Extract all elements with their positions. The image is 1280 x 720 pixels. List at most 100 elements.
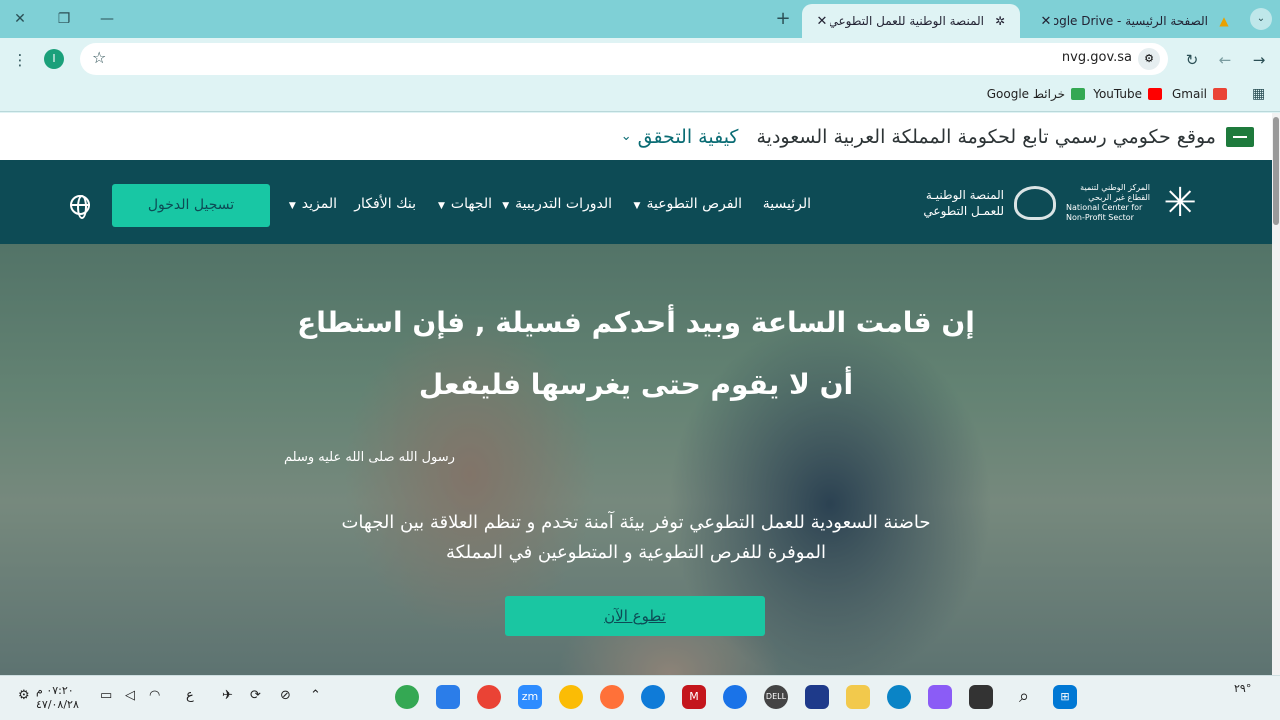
- nav-opportunities[interactable]: الفرص التطوعية ▼: [634, 196, 742, 212]
- nav-label: الجهات: [450, 196, 492, 212]
- bookmark-label: خرائط Google: [986, 87, 1065, 101]
- google-maps-icon: [1071, 88, 1085, 100]
- browser-tab-strip: ✕ ❐ — + ✲ المنصة الوطنية للعمل التطوعي ✕…: [0, 0, 1280, 38]
- nav-home[interactable]: الرئيسية: [763, 196, 811, 212]
- chrome-icon[interactable]: [723, 685, 747, 709]
- gmail-icon: [1213, 88, 1227, 100]
- bookmark-google-maps[interactable]: خرائط Google: [987, 87, 1085, 101]
- mcafee-icon[interactable]: M: [682, 685, 706, 709]
- bookmark-label: YouTube: [1093, 87, 1142, 101]
- scrollbar-thumb[interactable]: [1273, 117, 1279, 225]
- minimize-window-icon[interactable]: —: [95, 8, 119, 30]
- zoom-icon[interactable]: zm: [518, 685, 542, 709]
- chrome-icon[interactable]: [395, 685, 419, 709]
- close-window-icon[interactable]: ✕: [8, 8, 32, 30]
- battery-icon[interactable]: ▭: [100, 688, 112, 703]
- tray-app-icon[interactable]: ⟳: [250, 688, 261, 703]
- nav-label: الدورات التدريبية: [515, 196, 612, 212]
- tab-google-drive[interactable]: ▲ الصفحة الرئيسية - Google Drive ✕: [1026, 4, 1244, 38]
- profile-avatar[interactable]: I: [44, 49, 64, 69]
- ncnp-logo-text: المركز الوطني لتنمية القطاع غير الربحي N…: [1066, 183, 1150, 223]
- login-button[interactable]: تسجيل الدخول: [112, 184, 270, 227]
- nvg-name-line1: المنصة الوطنيـة: [925, 188, 1004, 202]
- ncnp-name-ar: المركز الوطني لتنمية القطاع غير الربحي: [1080, 183, 1150, 202]
- site-settings-icon[interactable]: ⚙: [1138, 48, 1160, 70]
- firefox-icon[interactable]: [600, 685, 624, 709]
- bookmark-youtube[interactable]: YouTube: [1093, 87, 1162, 101]
- hero-hadith-line2: أن لا يقوم حتى يغرسها فليفعل: [418, 368, 854, 401]
- search-icon[interactable]: ⌕: [1012, 685, 1036, 709]
- hero-description-line2: الموفرة للفرص التطوعية و المتطوعين في ال…: [446, 542, 826, 563]
- wifi-icon[interactable]: ◠: [149, 688, 160, 703]
- nav-more[interactable]: المزيد ▼: [289, 196, 337, 212]
- site-logo[interactable]: ✳ المركز الوطني لتنمية القطاع غير الربحي…: [923, 178, 1200, 228]
- restore-window-icon[interactable]: ❐: [52, 8, 76, 30]
- browser-toolbar: ⋮ I ☆ nvg.gov.sa ⚙ ↻ ← →: [0, 38, 1280, 82]
- saudi-flag-icon: [1226, 126, 1254, 147]
- windows-taskbar: ⚙ ٠٧:٢٠ م ٤٧/٠٨/٢٨ ▭ ◁ ◠ ع ✈ ⟳ ⊘ ⌃ zm M …: [0, 675, 1280, 720]
- url-text[interactable]: nvg.gov.sa: [1062, 50, 1132, 65]
- weather-widget[interactable]: ٢٩°: [1234, 682, 1251, 695]
- windows-start-icon[interactable]: ⊞: [1053, 685, 1077, 709]
- bookmark-label: Gmail: [1171, 87, 1207, 101]
- page-scrollbar[interactable]: [1272, 113, 1280, 675]
- chrome-icon[interactable]: [559, 685, 583, 709]
- nav-label: المزيد: [301, 196, 337, 212]
- tray-app-icon[interactable]: ⊘: [280, 688, 291, 703]
- copilot-icon[interactable]: [928, 685, 952, 709]
- youtube-icon: [1148, 88, 1162, 100]
- how-to-verify-link[interactable]: كيفية التحقق: [638, 126, 739, 148]
- gov-banner-text: موقع حكومي رسمي تابع لحكومة المملكة العر…: [756, 125, 1216, 148]
- tab-nvg[interactable]: ✲ المنصة الوطنية للعمل التطوعي ✕: [802, 4, 1020, 38]
- edge-icon[interactable]: [641, 685, 665, 709]
- caret-down-icon: ▼: [288, 201, 296, 211]
- chrome-icon[interactable]: [477, 685, 501, 709]
- clock-date: ٤٧/٠٨/٢٨: [36, 698, 79, 711]
- caret-down-icon: ▼: [437, 201, 445, 211]
- store-icon[interactable]: [805, 685, 829, 709]
- bookmark-gmail[interactable]: Gmail: [1172, 87, 1227, 101]
- nav-ideas-bank[interactable]: بنك الأفكار: [354, 196, 416, 212]
- reload-icon[interactable]: ↻: [1181, 49, 1203, 71]
- chevron-down-icon[interactable]: ⌄: [621, 129, 632, 144]
- nav-courses[interactable]: الدورات التدريبية ▼: [502, 196, 612, 212]
- bookmark-star-icon[interactable]: ☆: [92, 48, 106, 67]
- nvg-favicon-icon: ✲: [994, 14, 1006, 28]
- tray-app-icon[interactable]: ✈: [222, 688, 233, 703]
- volunteer-now-button[interactable]: تطوع الآن: [505, 596, 765, 636]
- ncnp-logo-icon: ✳: [1163, 180, 1197, 226]
- nvg-logo-text: المنصة الوطنيـة للعمـل التطوعي: [923, 187, 1004, 219]
- dell-icon[interactable]: DELL: [764, 685, 788, 709]
- nav-label: الفرص التطوعية: [646, 196, 742, 212]
- address-bar[interactable]: ☆ nvg.gov.sa ⚙: [80, 43, 1168, 75]
- tab-search-icon[interactable]: ⌄: [1250, 8, 1272, 30]
- close-tab-icon[interactable]: ✕: [814, 14, 830, 29]
- caret-down-icon: ▼: [633, 201, 641, 211]
- google-drive-icon: ▲: [1219, 14, 1229, 28]
- language-globe-icon[interactable]: [70, 195, 90, 219]
- notification-icon[interactable]: ⚙: [18, 688, 30, 703]
- back-icon[interactable]: ←: [1214, 49, 1236, 71]
- show-hidden-icons-icon[interactable]: ⌃: [310, 688, 321, 703]
- ncnp-name-en: National Center for Non-Profit Sector: [1066, 203, 1143, 222]
- new-tab-button[interactable]: +: [772, 8, 794, 30]
- menu-icon[interactable]: ⋮: [9, 49, 31, 71]
- system-clock[interactable]: ٠٧:٢٠ م ٤٧/٠٨/٢٨: [36, 684, 79, 712]
- volume-muted-icon[interactable]: ◁: [125, 688, 135, 703]
- hero-description-line1: حاضنة السعودية للعمل التطوعي توفر بيئة آ…: [341, 512, 931, 533]
- edge-icon[interactable]: [887, 685, 911, 709]
- file-explorer-icon[interactable]: [846, 685, 870, 709]
- main-navbar: ✳ المركز الوطني لتنمية القطاع غير الربحي…: [0, 160, 1272, 244]
- close-tab-icon[interactable]: ✕: [1038, 14, 1054, 29]
- photos-app-icon[interactable]: [436, 685, 460, 709]
- nav-entities[interactable]: الجهات ▼: [438, 196, 492, 212]
- tab-title: الصفحة الرئيسية - Google Drive: [1054, 14, 1208, 28]
- forward-icon[interactable]: →: [1248, 49, 1270, 71]
- nvg-name-line2: للعمـل التطوعي: [923, 204, 1004, 218]
- tab-title: المنصة الوطنية للعمل التطوعي: [830, 14, 984, 28]
- caret-down-icon: ▼: [502, 201, 510, 211]
- gov-banner: موقع حكومي رسمي تابع لحكومة المملكة العر…: [0, 113, 1272, 160]
- input-language[interactable]: ع: [186, 688, 194, 703]
- terminal-icon[interactable]: [969, 685, 993, 709]
- apps-grid-icon[interactable]: ▦: [1252, 86, 1265, 102]
